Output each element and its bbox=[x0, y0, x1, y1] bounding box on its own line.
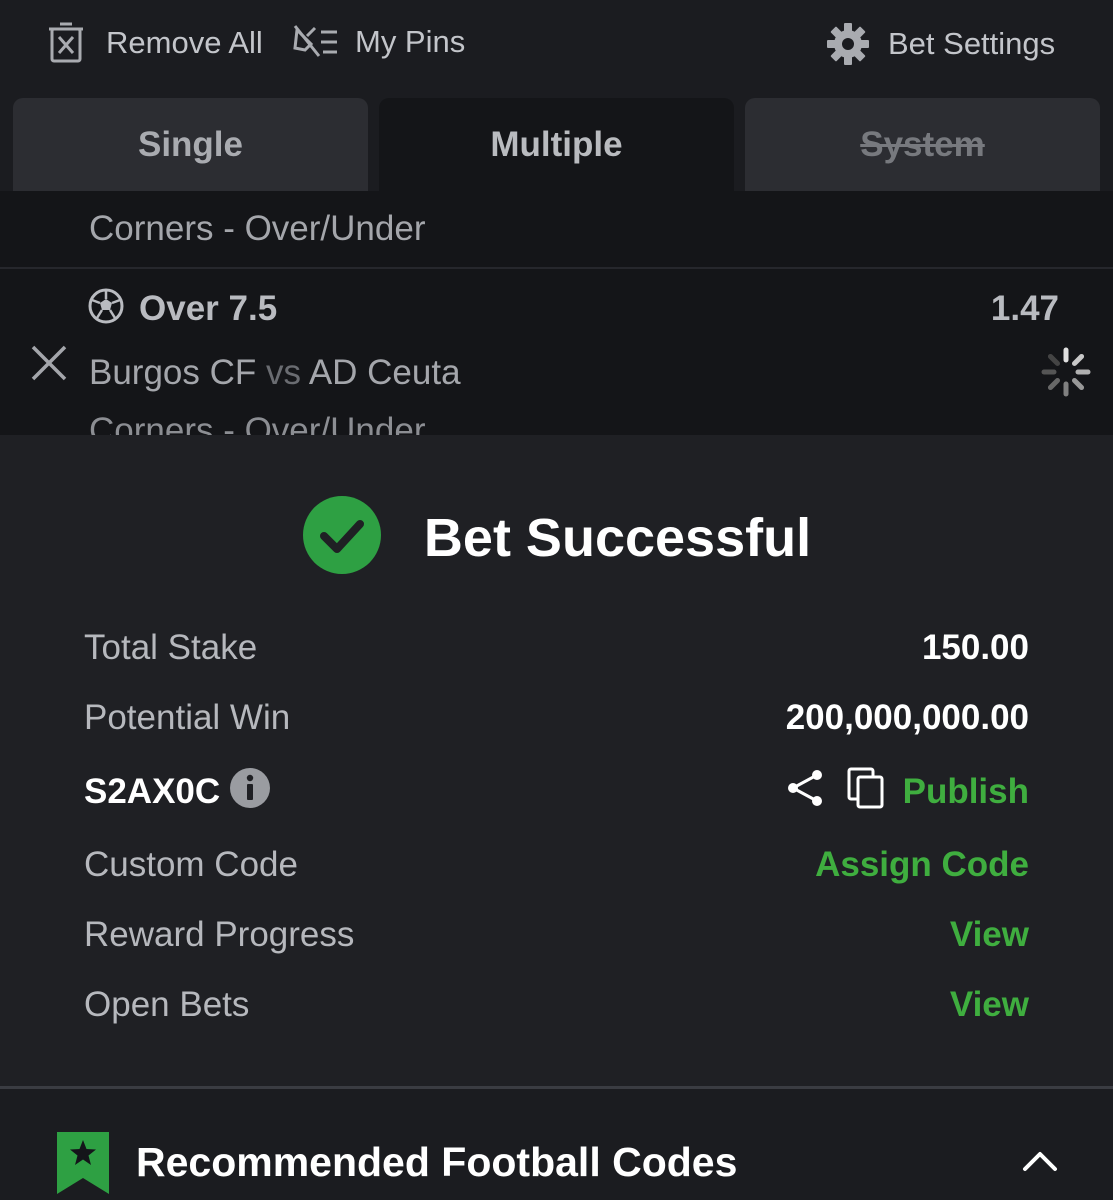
market-label: Corners - Over/Under bbox=[89, 209, 426, 248]
top-toolbar: Remove All My Pins Bet Settings bbox=[0, 0, 1113, 90]
publish-link[interactable]: Publish bbox=[903, 772, 1029, 812]
bet-settings-label: Bet Settings bbox=[888, 26, 1056, 61]
bet-type-tabs: Single Multiple System bbox=[0, 98, 1113, 192]
share-icon[interactable] bbox=[785, 768, 825, 817]
reward-progress-view-link[interactable]: View bbox=[950, 915, 1029, 955]
bet-settings-button[interactable]: Bet Settings bbox=[826, 22, 1055, 66]
selection-odds: 1.47 bbox=[990, 289, 1059, 328]
selection-row: Over 7.5 bbox=[87, 287, 277, 330]
tab-single[interactable]: Single bbox=[13, 98, 368, 191]
market-label-2: Corners - Over/Under bbox=[89, 411, 426, 435]
success-title: Bet Successful bbox=[423, 507, 812, 568]
total-stake-label: Total Stake bbox=[84, 628, 258, 667]
remove-all-label: Remove All bbox=[106, 25, 263, 60]
gear-icon bbox=[826, 22, 870, 66]
copy-icon[interactable] bbox=[847, 767, 885, 818]
bookmark-star-icon bbox=[57, 1132, 109, 1199]
booking-code-actions: Publish bbox=[785, 767, 1029, 818]
total-stake-value: 150.00 bbox=[921, 628, 1029, 667]
my-pins-button[interactable]: My Pins bbox=[293, 22, 465, 62]
trash-icon bbox=[48, 22, 84, 64]
open-bets-view-link[interactable]: View bbox=[950, 985, 1029, 1025]
custom-code-label: Custom Code bbox=[84, 845, 298, 884]
close-icon[interactable] bbox=[30, 344, 68, 387]
assign-code-link[interactable]: Assign Code bbox=[815, 845, 1029, 885]
reward-progress-row: Reward Progress View bbox=[84, 910, 1029, 960]
booking-code-value: S2AX0C bbox=[84, 772, 221, 811]
booking-code-row: S2AX0C Publish bbox=[84, 767, 1029, 817]
divider bbox=[0, 267, 1113, 269]
remove-all-button[interactable]: Remove All bbox=[48, 22, 263, 64]
open-bets-row: Open Bets View bbox=[84, 980, 1029, 1030]
potential-win-value: 200,000,000.00 bbox=[785, 698, 1029, 737]
soccer-ball-icon bbox=[87, 287, 125, 330]
bet-slip-list: Corners - Over/Under Over 7.5 1.47 Burgo… bbox=[0, 191, 1113, 435]
booking-code: S2AX0C bbox=[84, 767, 271, 817]
success-header: Bet Successful bbox=[0, 495, 1113, 580]
selection-name: Over 7.5 bbox=[139, 288, 278, 328]
recommended-codes-title: Recommended Football Codes bbox=[136, 1139, 738, 1185]
check-circle-icon bbox=[302, 495, 382, 580]
match-name: Burgos CF vs AD Ceuta bbox=[89, 353, 461, 393]
custom-code-row: Custom Code Assign Code bbox=[84, 840, 1029, 890]
vs-label: vs bbox=[266, 353, 302, 392]
chevron-up-icon[interactable] bbox=[1022, 1149, 1058, 1178]
spinner-icon bbox=[1040, 346, 1092, 403]
open-bets-label: Open Bets bbox=[84, 985, 250, 1024]
away-team: AD Ceuta bbox=[308, 353, 461, 392]
pin-icon bbox=[293, 22, 339, 62]
home-team: Burgos CF bbox=[89, 353, 257, 392]
info-icon[interactable] bbox=[230, 767, 271, 817]
total-stake-row: Total Stake 150.00 bbox=[84, 623, 1029, 673]
tab-multiple[interactable]: Multiple bbox=[379, 98, 734, 191]
bet-success-panel: Bet Successful Total Stake 150.00 Potent… bbox=[0, 435, 1113, 1087]
reward-progress-label: Reward Progress bbox=[84, 915, 355, 954]
potential-win-label: Potential Win bbox=[84, 698, 291, 737]
my-pins-label: My Pins bbox=[355, 24, 466, 59]
potential-win-row: Potential Win 200,000,000.00 bbox=[84, 693, 1029, 743]
recommended-codes-header[interactable]: Recommended Football Codes bbox=[0, 1089, 1113, 1200]
tab-system: System bbox=[745, 98, 1100, 191]
